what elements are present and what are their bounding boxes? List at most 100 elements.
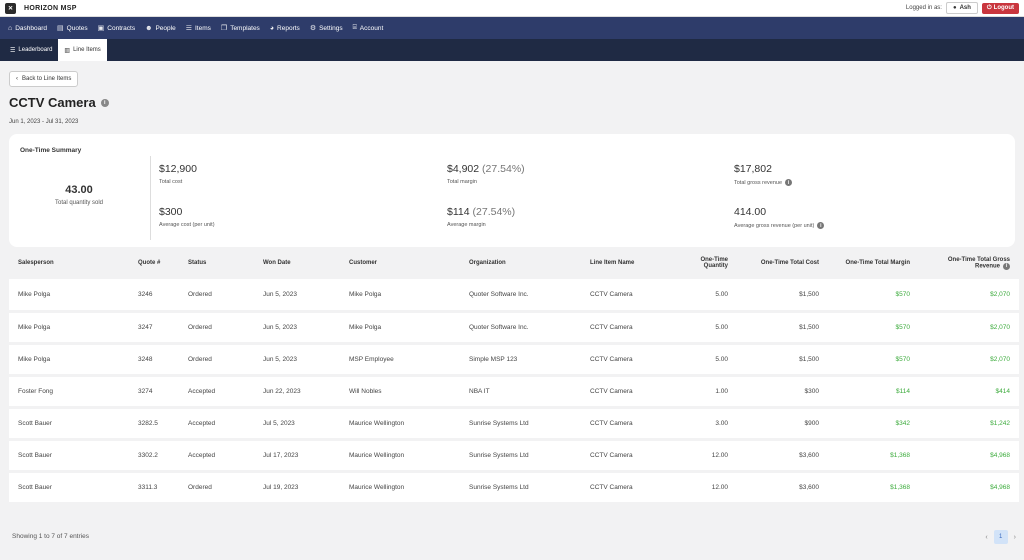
table-cell: Scott Bauer xyxy=(9,407,129,441)
title-row: CCTV Camera i xyxy=(9,95,1015,110)
table-cell: 1.00 xyxy=(677,375,737,409)
col-won-date[interactable]: Won Date xyxy=(254,247,340,279)
nav-quotes[interactable]: ▤ Quotes xyxy=(57,24,88,33)
total-cost-value: $12,900 xyxy=(159,163,197,175)
back-button[interactable]: ‹ Back to Line Items xyxy=(9,71,79,87)
list-icon: ☰ xyxy=(185,25,192,32)
pie-chart-icon: ◕ xyxy=(269,24,275,32)
table-cell: Sunrise Systems Ltd xyxy=(460,439,581,473)
col-organization[interactable]: Organization xyxy=(460,247,581,279)
table-row[interactable]: Foster Fong 3274 Accepted Jun 22, 2023 Will … xyxy=(9,375,1019,409)
tab-label: Line Items xyxy=(73,47,101,53)
bar-chart-icon: ▥ xyxy=(64,47,71,54)
table-cell: Ordered xyxy=(179,279,254,313)
table-cell: $1,368 xyxy=(828,439,919,473)
nav-people[interactable]: ☻ People xyxy=(145,25,176,32)
divider xyxy=(150,156,151,240)
info-icon[interactable]: i xyxy=(100,98,109,107)
page-button[interactable]: 1 xyxy=(993,530,1008,544)
col-total-cost[interactable]: One-Time Total Cost xyxy=(737,247,828,279)
table-cell: $900 xyxy=(737,407,828,441)
info-icon[interactable]: i xyxy=(1003,262,1010,270)
table-row[interactable]: Mike Polga 3248 Ordered Jun 5, 2023 MSP Empl… xyxy=(9,343,1019,377)
table-cell: 3282.5 xyxy=(129,407,179,441)
avg-gross-label: Average gross revenue (per unit) xyxy=(734,222,815,229)
table-cell: $570 xyxy=(828,311,919,345)
logout-button[interactable]: ⏻ Logout xyxy=(981,2,1019,14)
nav-settings[interactable]: ⚙ Settings xyxy=(310,24,343,33)
table-cell: Scott Bauer xyxy=(9,439,129,473)
total-margin-pct: (27.54%) xyxy=(482,163,525,175)
quantity-value: 43.00 xyxy=(65,184,93,196)
table-cell: Jul 5, 2023 xyxy=(254,407,340,441)
col-line-item-name[interactable]: Line Item Name xyxy=(581,247,677,279)
table-cell: $4,968 xyxy=(919,439,1019,473)
metric-avg-gross: 414.00 Average gross revenue (per unit) i xyxy=(734,206,825,229)
col-quote[interactable]: Quote # xyxy=(129,247,179,279)
logged-in-label: Logged in as: xyxy=(905,5,942,11)
table-cell: 5.00 xyxy=(677,279,737,313)
bank-icon: ⌸ xyxy=(352,24,357,31)
total-cost-label: Total cost xyxy=(159,179,183,185)
table-cell: Jun 5, 2023 xyxy=(254,279,340,313)
table-cell: Mike Polga xyxy=(9,279,129,313)
table-cell: 3274 xyxy=(129,375,179,409)
tab-leaderboard[interactable]: ☰ Leaderboard xyxy=(4,39,58,61)
tab-line-items[interactable]: ▥ Line Items xyxy=(58,39,107,61)
nav-templates[interactable]: ❐ Templates xyxy=(221,24,260,33)
table-cell: Sunrise Systems Ltd xyxy=(460,471,581,505)
document-icon: ▤ xyxy=(57,25,64,32)
nav-dashboard[interactable]: ⌂ Dashboard xyxy=(8,25,47,32)
table-row[interactable]: Scott Bauer 3302.2 Accepted Jul 17, 2023 Mau… xyxy=(9,439,1019,473)
table-cell: $570 xyxy=(828,279,919,313)
table-cell: Mike Polga xyxy=(9,343,129,377)
user-button[interactable]: ● Ash xyxy=(945,2,978,14)
avg-gross-value: 414.00 xyxy=(734,206,767,218)
table-row[interactable]: Scott Bauer 3282.5 Accepted Jul 5, 2023 Maur… xyxy=(9,407,1019,441)
table-cell: CCTV Camera xyxy=(581,279,677,313)
table-cell: Ordered xyxy=(179,343,254,377)
table-cell: Quoter Software Inc. xyxy=(460,279,581,313)
nav-label: People xyxy=(155,24,176,32)
table-cell: 3247 xyxy=(129,311,179,345)
home-icon: ⌂ xyxy=(8,24,13,32)
table-cell: Maurice Wellington xyxy=(340,407,460,441)
table-cell: $1,368 xyxy=(828,471,919,505)
table-cell: NBA IT xyxy=(460,375,581,409)
table-body: Mike Polga 3246 Ordered Jun 5, 2023 Mike Pol… xyxy=(9,279,1019,505)
table-cell: Simple MSP 123 xyxy=(460,343,581,377)
nav-reports[interactable]: ◕ Reports xyxy=(270,25,300,32)
date-range: Jun 1, 2023 - Jul 31, 2023 xyxy=(9,119,79,125)
col-customer[interactable]: Customer xyxy=(340,247,460,279)
table-cell: CCTV Camera xyxy=(581,471,677,505)
top-bar: ✕ HORIZON MSP Logged in as: ● Ash ⏻ Logo… xyxy=(0,0,1024,17)
table-cell: $2,070 xyxy=(919,311,1019,345)
nav-contracts[interactable]: ▣ Contracts xyxy=(98,24,135,33)
nav-items[interactable]: ☰ Items xyxy=(185,24,211,33)
table-cell: Ordered xyxy=(179,471,254,505)
back-label: Back to Line Items xyxy=(22,76,72,82)
table-cell: CCTV Camera xyxy=(581,343,677,377)
col-status[interactable]: Status xyxy=(179,247,254,279)
col-quantity[interactable]: One-Time Quantity xyxy=(677,247,737,279)
info-icon[interactable]: i xyxy=(785,179,792,186)
col-salesperson[interactable]: Salesperson xyxy=(9,247,129,279)
table-cell: Jul 17, 2023 xyxy=(254,439,340,473)
power-icon: ⏻ xyxy=(986,4,992,11)
table-cell: Jun 5, 2023 xyxy=(254,311,340,345)
user-icon: ● xyxy=(952,5,957,11)
table-cell: MSP Employee xyxy=(340,343,460,377)
table-row[interactable]: Scott Bauer 3311.3 Ordered Jul 19, 2023 Maur… xyxy=(9,471,1019,505)
table-row[interactable]: Mike Polga 3247 Ordered Jun 5, 2023 Mike Pol… xyxy=(9,311,1019,345)
col-total-gross[interactable]: One-Time Total Gross Revenue i xyxy=(919,247,1019,279)
avg-margin-value: $114 xyxy=(447,206,470,218)
col-total-margin[interactable]: One-Time Total Margin xyxy=(828,247,919,279)
info-icon[interactable]: i xyxy=(817,222,825,229)
table-cell: Ordered xyxy=(179,311,254,345)
chevron-right-icon[interactable]: › xyxy=(1014,534,1016,541)
chevron-left-icon[interactable]: ‹ xyxy=(985,534,987,541)
logo-icon[interactable]: ✕ xyxy=(5,2,16,14)
nav-account[interactable]: ⌸ Account xyxy=(353,24,384,32)
table-row[interactable]: Mike Polga 3246 Ordered Jun 5, 2023 Mike Pol… xyxy=(9,279,1019,313)
page-title: CCTV Camera xyxy=(9,95,96,110)
